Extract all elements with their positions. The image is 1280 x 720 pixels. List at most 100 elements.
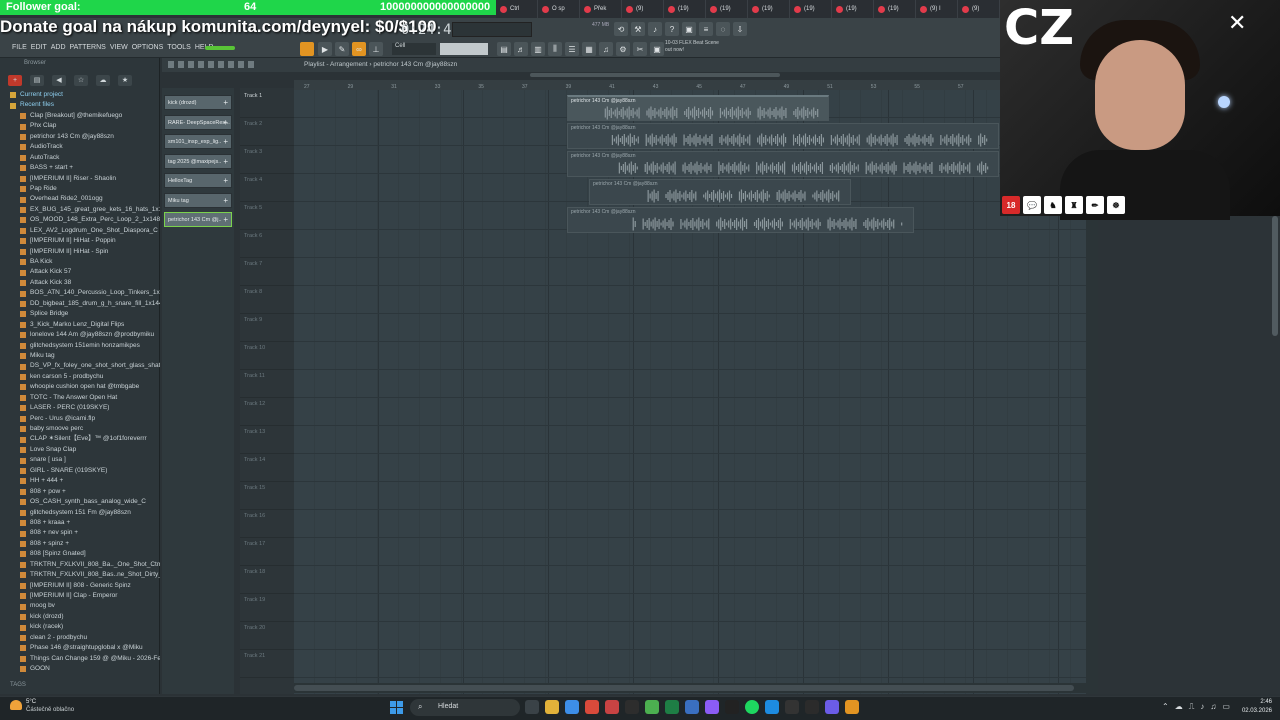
browser-back-icon[interactable]: ◀ [52,74,66,86]
browser-file-item[interactable]: kick (racek) [0,622,160,632]
pianoroll-icon[interactable]: ♬ [514,42,528,56]
stamp-icon[interactable]: ⊥ [369,42,383,56]
browser-tab[interactable]: (9) I [916,0,958,18]
browser-tab[interactable]: Ctrl [496,0,538,18]
export-icon[interactable]: ⇩ [733,22,747,36]
browser-tags[interactable]: TAGS [0,682,160,694]
track-header[interactable]: Track 12 [240,398,294,426]
browser-file-item[interactable]: CLAP ✶Silent【Eve】™ @1of1foreverrr [0,434,160,444]
browser-folder[interactable]: Current project [0,90,160,100]
browser-star-icon[interactable]: ☆ [74,74,88,86]
browser-file-item[interactable]: Pap Ride [0,184,160,194]
audio-clip[interactable]: petrichor 143 Cm @jay88szn [567,95,829,121]
side-panel-scrollbar[interactable] [1272,216,1278,336]
tray-battery-icon[interactable]: ▭ [1222,702,1230,712]
slip-icon[interactable] [208,61,214,68]
track-header[interactable]: Track 7 [240,258,294,286]
browser-file-item[interactable]: Attack Kick 38 [0,278,160,288]
browser-file-item[interactable]: EX_BUG_145_great_gree_kets_16_hats_1x144… [0,205,160,215]
browser-file-item[interactable]: OS_MOOD_148_Extra_Perc_Loop_2_1x148bpm [0,215,160,225]
track-header[interactable]: Track 14 [240,454,294,482]
browser-tab[interactable]: Přek [580,0,622,18]
browser-file-item[interactable]: Splice Bridge [0,309,160,319]
mute-icon[interactable] [198,61,204,68]
snap-select[interactable]: Cell [392,43,436,55]
track-header[interactable]: Track 18 [240,566,294,594]
browser-file-item[interactable]: GOON [0,664,160,674]
track-header[interactable]: Track 21 [240,650,294,678]
browser-file-item[interactable]: 808 + pow + [0,487,160,497]
browser-file-item[interactable]: Miku tag [0,351,160,361]
track-header[interactable]: Track 13 [240,426,294,454]
browser-tab[interactable]: (19) [706,0,748,18]
audio-clip[interactable]: petrichor 143 Cm @jay88szn [567,207,914,233]
browser-fav-icon[interactable]: ★ [118,74,132,86]
browser-file-item[interactable]: kick (drozd) [0,612,160,622]
reset-icon[interactable]: ⟲ [614,22,628,36]
picker-channel[interactable]: Miku tag + [164,192,232,208]
track-header[interactable]: Track 2 [240,118,294,146]
browser-file-item[interactable]: [IMPERIUM II] HiHat - Spin [0,247,160,257]
mixer-icon[interactable]: ≡ [699,22,713,36]
browser-tab[interactable]: (19) [664,0,706,18]
help-icon[interactable]: ? [665,22,679,36]
fl-studio-icon[interactable] [845,700,859,714]
weather-icon[interactable] [10,700,22,710]
menu-item-tools[interactable]: TOOLS [167,44,191,51]
master-volume-slider[interactable] [205,46,235,50]
menu-item-add[interactable]: ADD [51,44,66,51]
browser-file-item[interactable]: baby smoove perc [0,424,160,434]
app-icon-steam[interactable] [765,700,779,714]
browser-file-item[interactable]: moog bv [0,601,160,611]
add-icon[interactable]: + [223,118,228,127]
browser-tab[interactable]: (19) [790,0,832,18]
browser-tab[interactable]: (19) [832,0,874,18]
picker-channel[interactable]: HelloxTag + [164,173,232,188]
brush-icon[interactable]: ✎ [335,42,349,56]
browser-file-item[interactable]: LASER - PERC (019SKYE) [0,403,160,413]
playlist-icon[interactable]: ▤ [497,42,511,56]
weather-desc[interactable]: Částečně oblačno [26,707,74,713]
browser-file-item[interactable]: BA Kick [0,257,160,267]
tray-volume-icon[interactable]: ♫ [1210,702,1216,712]
weather-temp[interactable]: 5°C [26,699,36,705]
app-icon-blue[interactable] [685,700,699,714]
metronome-icon[interactable]: ⚒ [631,22,645,36]
horizontal-scroll-thumb[interactable] [294,685,1074,691]
playback-icon[interactable] [248,61,254,68]
track-header[interactable]: Track 10 [240,342,294,370]
menu-item-edit[interactable]: EDIT [31,44,47,51]
add-icon[interactable]: + [223,137,228,146]
browser-file-item[interactable]: DD_bigbeat_185_drum_g_h_snare_fill_1x144… [0,299,160,309]
picker-channel[interactable]: RARE- DeepSpaceRest.. + [164,114,232,130]
taskbar-search[interactable]: ⌕ Hledat [410,699,520,716]
app-icon-dark[interactable] [625,700,639,714]
track-header[interactable]: Track 9 [240,314,294,342]
track-header[interactable]: Track 5 [240,202,294,230]
browser-file-icon[interactable]: ▤ [30,74,44,86]
discord-icon[interactable] [705,700,719,714]
track-header[interactable]: Track 15 [240,482,294,510]
track-header[interactable]: Track 8 [240,286,294,314]
browser-icon[interactable]: ☰ [565,42,579,56]
browser-file-item[interactable]: BOS_ATN_140_Percussio_Loop_Tinkers_1x144… [0,288,160,298]
browser-folder[interactable]: Recent files [0,100,160,110]
browser-all-icon[interactable]: + [8,74,22,86]
tempo-display[interactable] [440,43,488,55]
browser-file-item[interactable]: Overhead Ride2_001ogg [0,194,160,204]
browser-file-item[interactable]: 808 + nev spin + [0,528,160,538]
add-icon[interactable]: + [223,196,228,205]
start-button[interactable] [390,701,403,714]
audio-clip[interactable]: petrichor 143 Cm @jay88szn [589,179,851,205]
app-icon-black[interactable] [725,700,739,714]
app-icon-red[interactable] [605,700,619,714]
track-header[interactable]: Track 4 [240,174,294,202]
menu-item-options[interactable]: OPTIONS [132,44,164,51]
browser-file-item[interactable]: TRKTRN_FXLKVII_808_Ba.._One_Shot_Ctm_Spi… [0,560,160,570]
browser-file-item[interactable]: OS_CASH_synth_bass_analog_wide_C [0,497,160,507]
chrome-icon[interactable] [585,700,599,714]
browser-file-item[interactable]: GIRL - SNARE (019SKYE) [0,466,160,476]
browser-app-icon[interactable] [565,700,579,714]
picker-channel[interactable]: sm101_insp_exp_lig.. + [164,134,232,149]
play-icon[interactable]: ▶ [318,42,332,56]
